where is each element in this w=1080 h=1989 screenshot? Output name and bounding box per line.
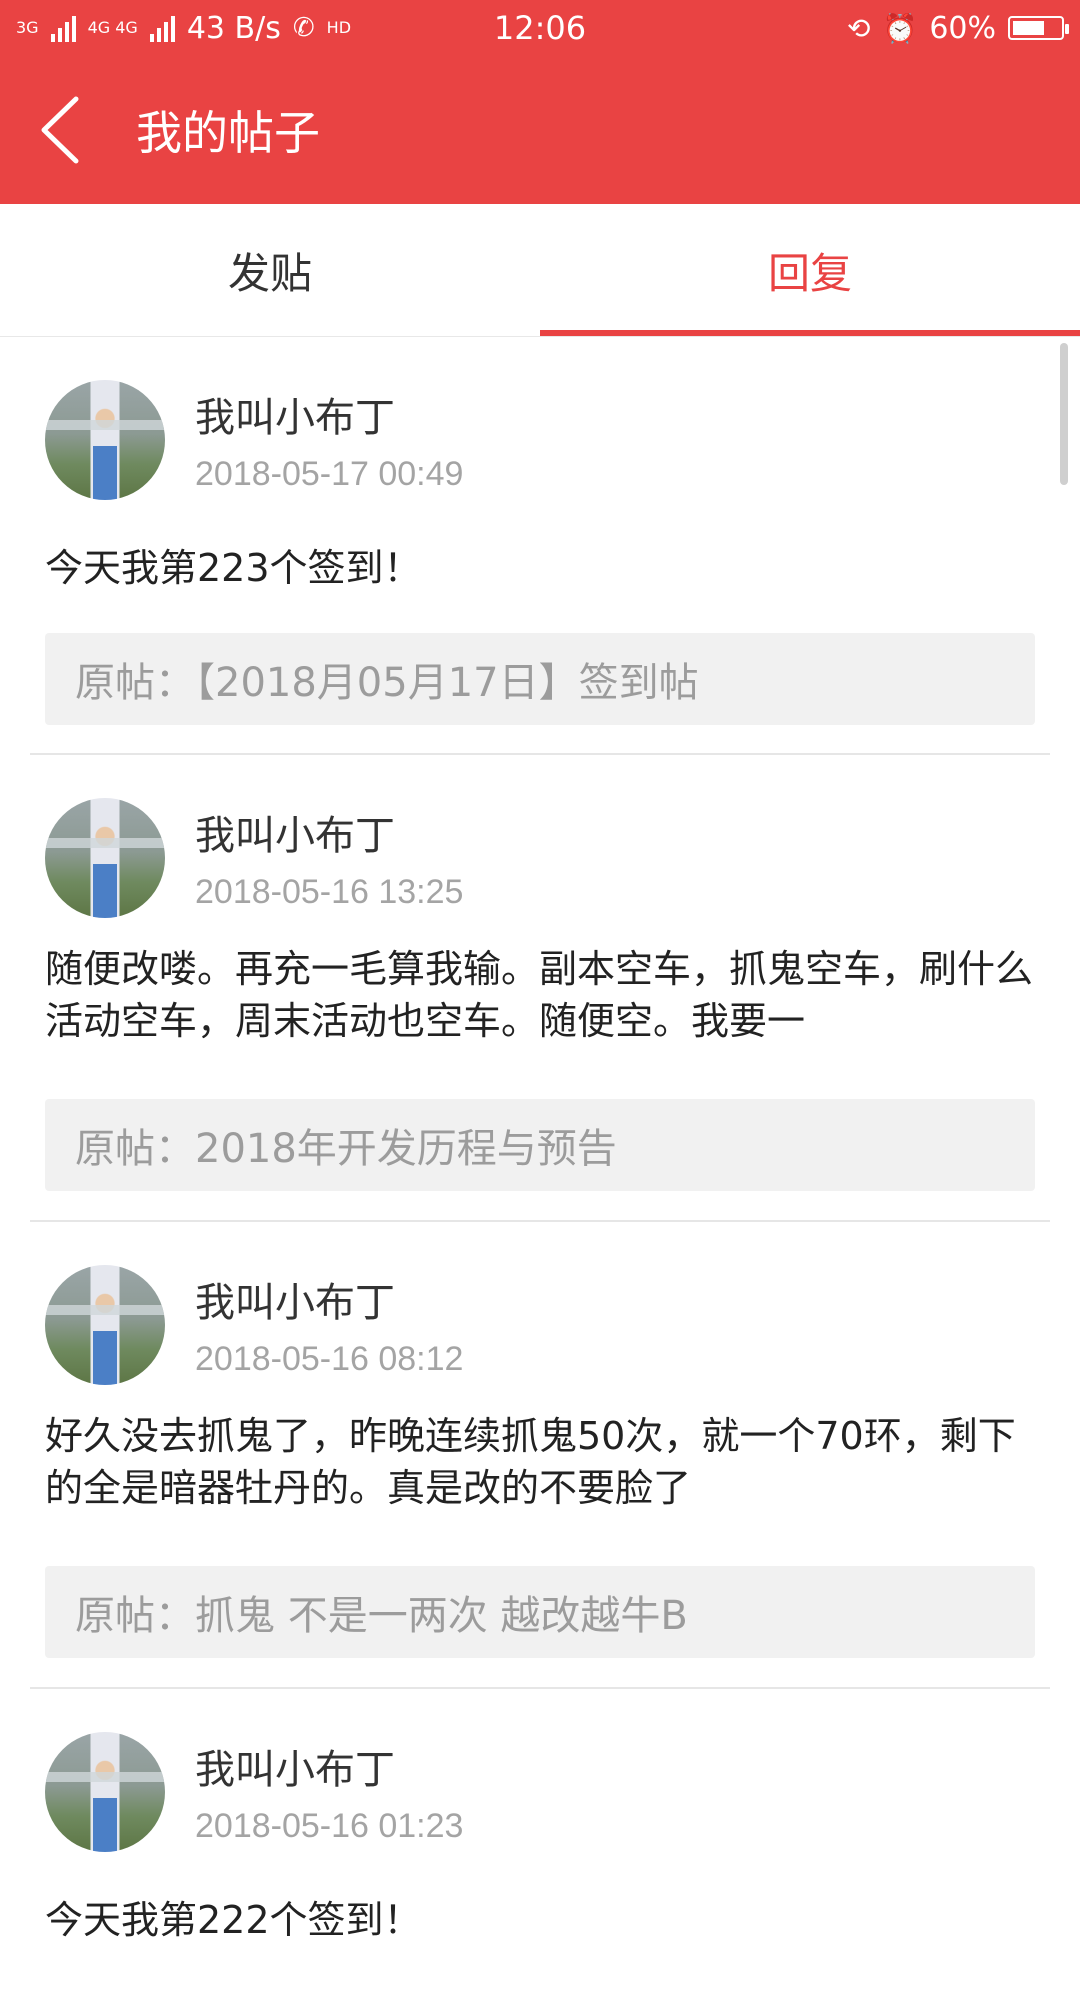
username: 我叫小布丁 (195, 1280, 395, 1326)
reply-content: 随便改喽。再充一毛算我输。副本空车，抓鬼空车，刷什么活动空车，周末活动也空车。随… (45, 947, 1034, 1043)
reply-content: 今天我第222个签到！ (45, 1898, 422, 1942)
avatar[interactable] (45, 380, 165, 500)
network-type-1: 3G (16, 18, 39, 37)
original-post-link[interactable]: 原帖：【2018月05月17日】签到帖 (45, 633, 1035, 725)
avatar[interactable] (45, 1265, 165, 1385)
hd-label: HD (326, 18, 352, 37)
page-title: 我的帖子 (136, 106, 320, 160)
battery-icon (1008, 16, 1069, 40)
app-header: 3G 4G 4G 43 B/s ✆ HD 12:06 ⟲ ⏰ 60% 我的帖子 (0, 0, 1080, 204)
avatar[interactable] (45, 1732, 165, 1852)
network-type-2: 4G 4G (87, 18, 138, 37)
back-button[interactable] (0, 56, 120, 204)
battery-percent: 60% (929, 10, 996, 46)
signal-icon-2 (149, 14, 175, 42)
reply-content: 好久没去抓鬼了，昨晚连续抓鬼50次，就一个70环，剩下的全是暗器牡丹的。真是改的… (45, 1414, 1016, 1510)
timestamp: 2018-05-16 13:25 (195, 873, 464, 911)
chevron-left-icon (41, 96, 79, 164)
status-bar: 3G 4G 4G 43 B/s ✆ HD 12:06 ⟲ ⏰ 60% (0, 0, 1080, 56)
username: 我叫小布丁 (195, 395, 395, 441)
network-speed: 43 B/s (186, 10, 281, 46)
reply-list: 我叫小布丁 2018-05-17 00:49 今天我第223个签到！ 原帖：【2… (0, 337, 1080, 1989)
original-post-link[interactable]: 原帖：2018年开发历程与预告 (45, 1099, 1035, 1191)
list-item[interactable]: 我叫小布丁 2018-05-17 00:49 今天我第223个签到！ 原帖：【2… (0, 337, 1080, 755)
tab-bar: 发贴 回复 (0, 204, 1080, 337)
nav-bar: 我的帖子 (0, 56, 1080, 204)
username: 我叫小布丁 (195, 1747, 395, 1793)
list-item[interactable]: 我叫小布丁 2018-05-16 01:23 今天我第222个签到！ (0, 1689, 1080, 1989)
tab-replies[interactable]: 回复 (540, 204, 1080, 336)
timestamp: 2018-05-16 01:23 (195, 1807, 464, 1845)
list-item[interactable]: 我叫小布丁 2018-05-16 08:12 好久没去抓鬼了，昨晚连续抓鬼50次… (0, 1222, 1080, 1689)
list-item[interactable]: 我叫小布丁 2018-05-16 13:25 随便改喽。再充一毛算我输。副本空车… (0, 755, 1080, 1222)
lock-rotation-icon: ⟲ (846, 11, 871, 45)
username: 我叫小布丁 (195, 813, 395, 859)
avatar[interactable] (45, 798, 165, 918)
hd-call-icon: ✆ (292, 13, 315, 43)
original-post-link[interactable]: 原帖：抓鬼 不是一两次 越改越牛B (45, 1566, 1035, 1658)
clock: 12:06 (493, 9, 587, 47)
status-left: 3G 4G 4G 43 B/s ✆ HD (16, 11, 351, 46)
tab-posts[interactable]: 发贴 (0, 204, 540, 336)
alarm-icon: ⏰ (882, 11, 918, 45)
reply-content: 今天我第223个签到！ (45, 546, 422, 590)
timestamp: 2018-05-16 08:12 (195, 1340, 464, 1378)
signal-icon-1 (50, 14, 76, 42)
timestamp: 2018-05-17 00:49 (195, 455, 464, 493)
status-right: ⟲ ⏰ 60% (846, 10, 1069, 46)
